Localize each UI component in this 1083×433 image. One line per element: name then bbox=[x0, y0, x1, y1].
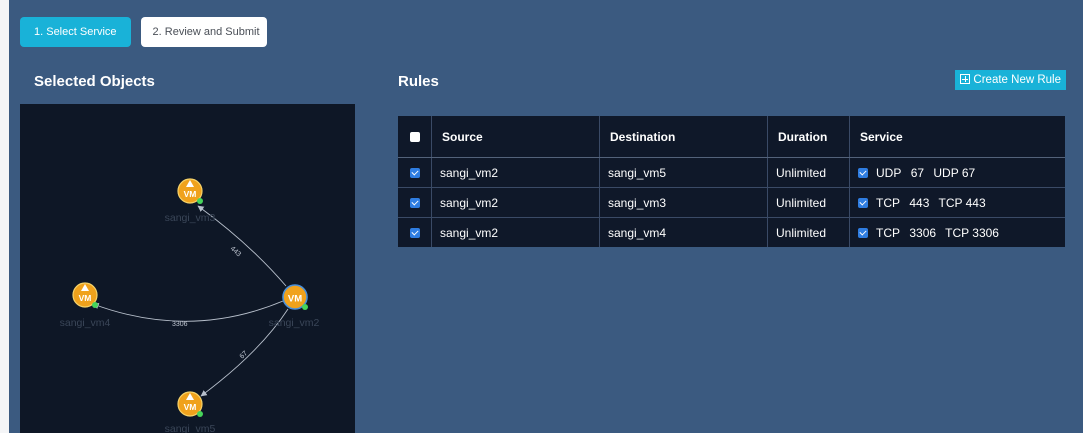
node-label-vm5: sangi_vm5 bbox=[165, 423, 216, 433]
node-label-vm4: sangi_vm4 bbox=[60, 317, 111, 329]
rules-title: Rules bbox=[398, 73, 439, 90]
cell-destination: sangi_vm3 bbox=[599, 187, 768, 218]
node-sangi-vm4[interactable]: VM sangi_vm4 bbox=[60, 282, 111, 329]
node-label-vm3: sangi_vm3 bbox=[165, 212, 216, 224]
cell-service: UDP 67 UDP 67 bbox=[849, 157, 1065, 188]
service-protocol: UDP bbox=[876, 165, 902, 180]
step-review-and-submit[interactable]: 2. Review and Submit bbox=[140, 17, 267, 47]
svg-text:VM: VM bbox=[184, 189, 197, 199]
service-port: 3306 bbox=[909, 225, 937, 240]
col-source[interactable]: Source bbox=[431, 116, 600, 158]
cell-service: TCP 443 TCP 443 bbox=[849, 187, 1065, 218]
edge-label-67: 67 bbox=[239, 350, 250, 360]
node-label-vm2: sangi_vm2 bbox=[269, 317, 320, 329]
svg-text:VM: VM bbox=[184, 402, 197, 412]
row-checkbox[interactable] bbox=[409, 168, 420, 179]
service-port: 67 bbox=[910, 165, 925, 180]
status-dot-icon bbox=[92, 302, 98, 308]
node-sangi-vm5[interactable]: VM sangi_vm5 bbox=[165, 391, 216, 433]
cell-destination: sangi_vm5 bbox=[599, 157, 768, 188]
svg-text:VM: VM bbox=[79, 293, 92, 303]
select-all-checkbox[interactable] bbox=[409, 132, 420, 143]
service-protocol: TCP bbox=[876, 195, 900, 210]
cell-duration: Unlimited bbox=[767, 217, 850, 247]
left-edge-strip bbox=[0, 0, 9, 433]
cell-source: sangi_vm2 bbox=[431, 217, 600, 247]
table-row[interactable]: sangi_vm2 sangi_vm5 Unlimited UDP 67 UDP… bbox=[398, 157, 1065, 188]
status-dot-icon bbox=[197, 411, 203, 417]
cell-duration: Unlimited bbox=[767, 187, 850, 218]
wizard-steps: 1. Select Service 2. Review and Submit bbox=[20, 17, 267, 47]
node-sangi-vm3[interactable]: VM sangi_vm3 bbox=[165, 178, 216, 224]
service-checkbox[interactable] bbox=[858, 228, 868, 239]
cell-source: sangi_vm2 bbox=[431, 157, 600, 188]
service-name: TCP 443 bbox=[938, 195, 986, 210]
service-protocol: TCP bbox=[876, 225, 900, 240]
rules-table: Source Destination Duration Service sang… bbox=[398, 116, 1065, 247]
svg-text:VM: VM bbox=[288, 294, 302, 305]
service-port: 443 bbox=[909, 195, 930, 210]
row-checkbox[interactable] bbox=[409, 228, 420, 239]
edge-label-443: 443 bbox=[229, 245, 242, 258]
create-new-rule-button[interactable]: Create New Rule bbox=[955, 70, 1066, 90]
service-name: UDP 67 bbox=[933, 165, 976, 180]
table-row[interactable]: sangi_vm2 sangi_vm4 Unlimited TCP 3306 T… bbox=[398, 217, 1065, 247]
col-destination[interactable]: Destination bbox=[599, 116, 768, 158]
table-row[interactable]: sangi_vm2 sangi_vm3 Unlimited TCP 443 TC… bbox=[398, 187, 1065, 218]
edge-label-3306: 3306 bbox=[172, 321, 188, 328]
row-checkbox[interactable] bbox=[409, 198, 420, 209]
select-all-cell bbox=[398, 116, 432, 158]
cell-destination: sangi_vm4 bbox=[599, 217, 768, 247]
step-select-service[interactable]: 1. Select Service bbox=[20, 17, 131, 47]
status-dot-icon bbox=[197, 198, 203, 204]
col-service[interactable]: Service bbox=[849, 116, 1065, 158]
cell-duration: Unlimited bbox=[767, 157, 850, 188]
rules-header-row: Source Destination Duration Service bbox=[398, 116, 1065, 158]
status-dot-icon bbox=[302, 304, 308, 310]
node-sangi-vm2[interactable]: VM sangi_vm2 bbox=[269, 284, 320, 329]
cell-source: sangi_vm2 bbox=[431, 187, 600, 218]
cell-service: TCP 3306 TCP 3306 bbox=[849, 217, 1065, 247]
selected-objects-title: Selected Objects bbox=[34, 73, 155, 90]
topology-svg: 443 3306 67 VM sangi_vm3 VM sangi_vm4 VM… bbox=[60, 178, 320, 433]
service-checkbox[interactable] bbox=[858, 198, 868, 209]
edge-vm2-vm4[interactable]: 3306 bbox=[92, 300, 284, 328]
col-duration[interactable]: Duration bbox=[767, 116, 850, 158]
create-new-rule-label: Create New Rule bbox=[973, 74, 1061, 86]
topology-graph[interactable]: 443 3306 67 VM sangi_vm3 VM sangi_vm4 VM… bbox=[20, 104, 355, 433]
plus-box-icon bbox=[960, 74, 971, 84]
service-checkbox[interactable] bbox=[858, 168, 868, 179]
service-name: TCP 3306 bbox=[945, 225, 999, 240]
